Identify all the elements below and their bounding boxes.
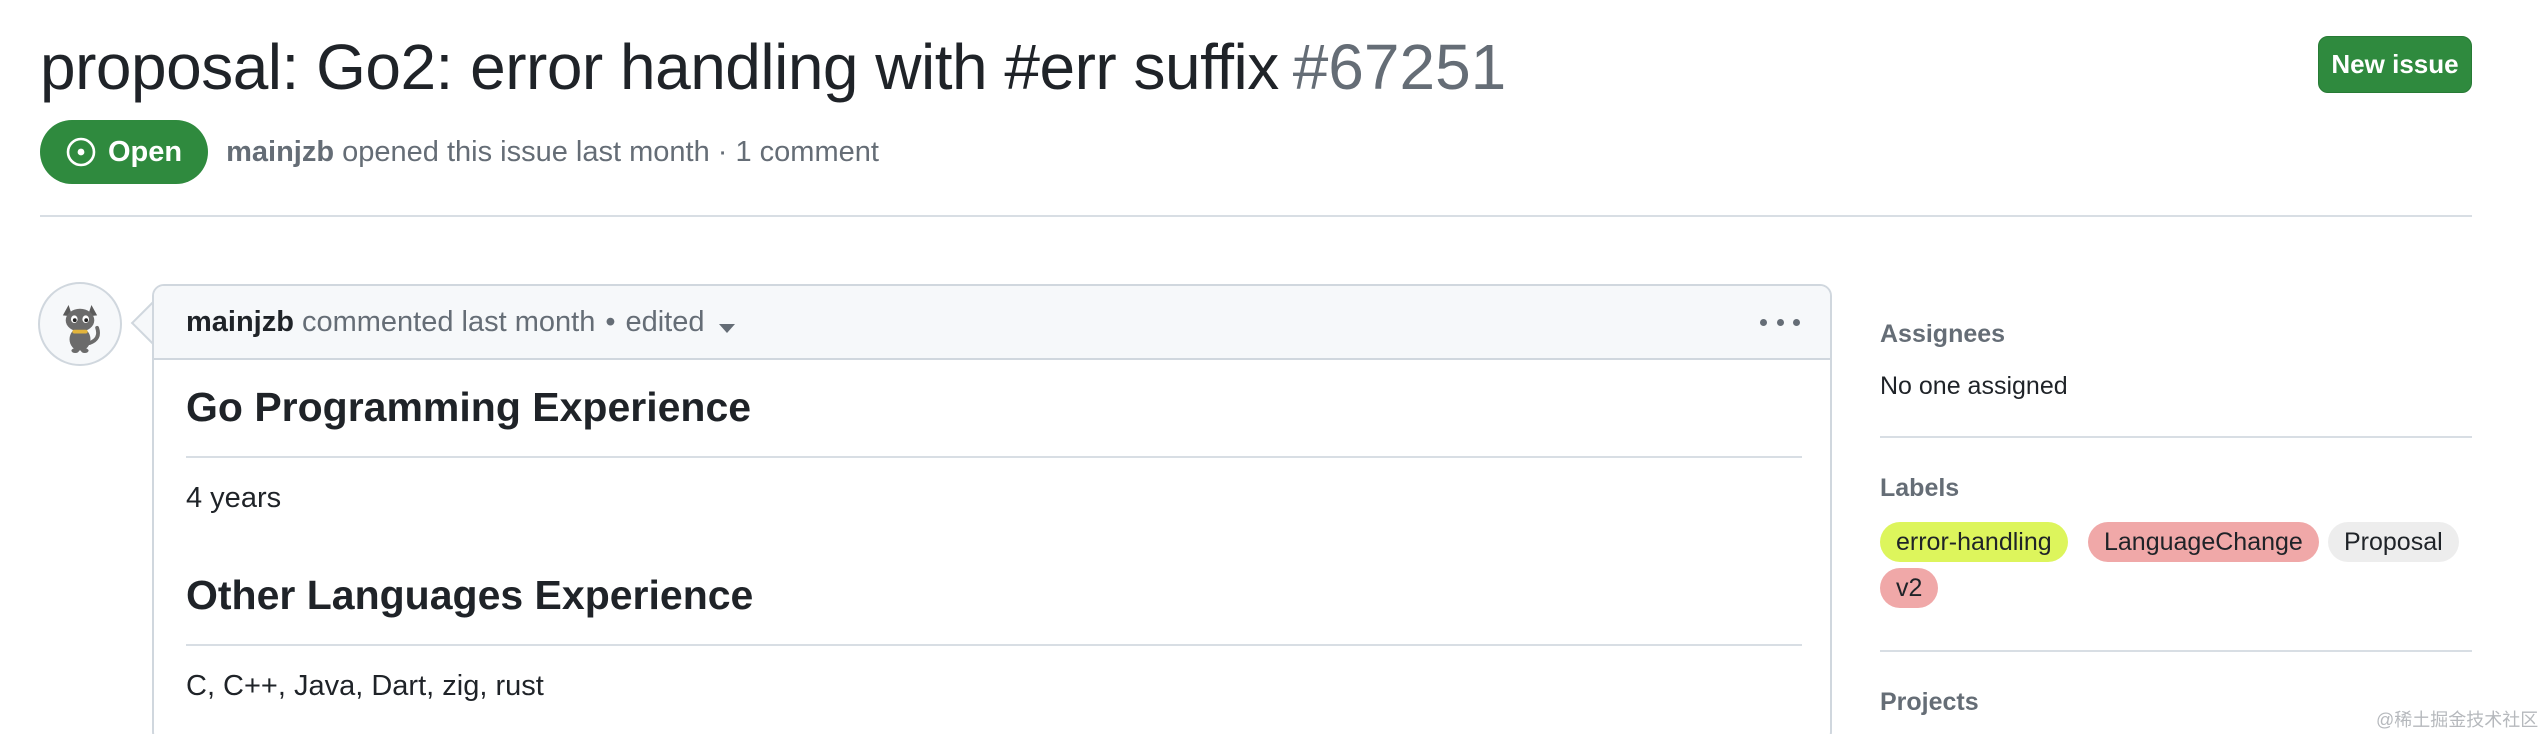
issue-title: proposal: Go2: error handling with #err … [40, 31, 1279, 103]
avatar[interactable] [38, 282, 122, 366]
new-issue-button[interactable]: New issue [2318, 36, 2472, 93]
heading-rule [186, 456, 1802, 458]
watermark: @稀土掘金技术社区 [2376, 710, 2539, 730]
issue-meta-text: mainjzb opened this issue last month · 1… [226, 136, 879, 169]
cat-avatar [62, 304, 100, 354]
status-badge: Open [40, 120, 209, 184]
sidebar-heading-projects[interactable]: Projects [1880, 688, 1979, 717]
sidebar-heading-labels[interactable]: Labels [1880, 474, 1959, 503]
heading-rule [186, 644, 1802, 646]
status-badge-label: Open [108, 135, 183, 168]
kebab-dot [1793, 318, 1800, 326]
kebab-dot [1760, 318, 1767, 326]
assignees-value: No one assigned [1880, 372, 2068, 400]
edited-label: edited [625, 305, 705, 338]
issue-author-link[interactable]: mainjzb [226, 136, 334, 168]
label-error-handling[interactable]: error-handling [1880, 522, 2068, 562]
issue-meta-rest: opened this issue last month · 1 comment [342, 135, 879, 168]
sidebar-divider [1880, 650, 2472, 652]
header-divider [40, 215, 2472, 217]
label-v2[interactable]: v2 [1880, 568, 1939, 608]
caret-down-icon [718, 323, 735, 333]
edited-dropdown[interactable]: edited [625, 305, 735, 339]
sidebar-heading-assignees[interactable]: Assignees [1880, 320, 2005, 349]
issue-number: #67251 [1292, 31, 1507, 103]
label-language-change[interactable]: LanguageChange [2088, 522, 2319, 562]
section-heading-other-languages: Other Languages Experience [186, 572, 754, 618]
kebab-icon[interactable] [1760, 310, 1800, 334]
comment-author-link[interactable]: mainjzb [186, 306, 294, 339]
label-proposal[interactable]: Proposal [2328, 522, 2459, 562]
comment-separator: • [605, 305, 616, 338]
sidebar-divider [1880, 436, 2472, 438]
kebab-dot [1776, 318, 1784, 326]
issue-open-icon [66, 137, 96, 167]
comment-box: mainjzb commented last month • edited Go… [152, 284, 1832, 734]
section-heading-go-experience: Go Programming Experience [186, 384, 752, 430]
section-answer-other-languages: C, C++, Java, Dart, zig, rust [186, 670, 544, 702]
issue-meta: Open mainjzb opened this issue last mont… [40, 120, 879, 184]
issue-title-row: proposal: Go2: error handling with #err … [40, 22, 1506, 112]
comment-header: mainjzb commented last month • edited [154, 286, 1830, 360]
section-answer-go-experience: 4 years [186, 482, 282, 514]
comment-action: commented last month [301, 305, 596, 338]
